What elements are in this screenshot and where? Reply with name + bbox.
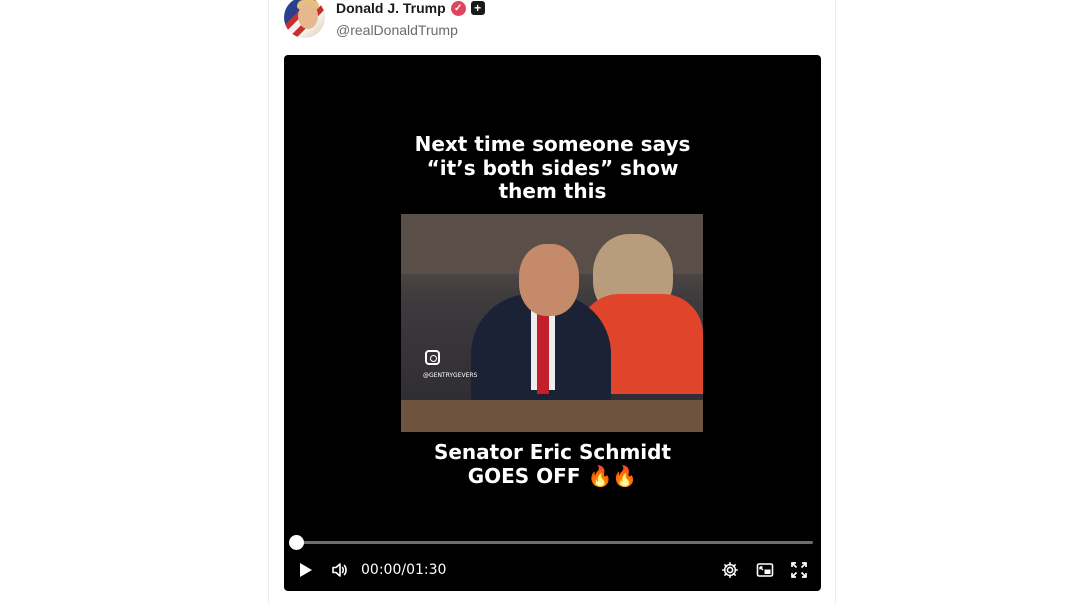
frame-senator-tie — [537, 314, 549, 394]
caption-line: GOES OFF 🔥🔥 — [467, 464, 638, 488]
progress-track[interactable] — [297, 541, 813, 544]
volume-icon[interactable] — [331, 561, 349, 579]
video-player[interactable]: Next time someone says “it’s both sides”… — [284, 55, 821, 591]
video-caption-bottom: Senator Eric Schmidt GOES OFF 🔥🔥 — [284, 440, 821, 488]
time-display: 00:00/01:30 — [361, 562, 447, 578]
watermark-text: @GENTRYGEVERS — [423, 372, 478, 379]
caption-line: Senator Eric Schmidt — [433, 440, 672, 464]
play-icon[interactable] — [300, 563, 312, 577]
caption-line: “it’s both sides” show — [426, 155, 679, 180]
frame-senator-head — [519, 244, 579, 316]
author-name[interactable]: Donald J. Trump — [336, 0, 446, 16]
author-handle[interactable]: @realDonaldTrump — [336, 22, 458, 38]
caption-line: them this — [498, 179, 607, 203]
video-controls: 00:00/01:30 — [284, 558, 821, 582]
current-time: 00:00 — [361, 562, 402, 578]
verified-badge-icon: ✓ — [450, 0, 466, 16]
avatar-face — [298, 3, 318, 29]
name-row: Donald J. Trump ✓ + — [336, 0, 485, 16]
fullscreen-icon[interactable] — [790, 561, 808, 579]
avatar[interactable] — [284, 0, 325, 38]
video-caption-top: Next time someone says “it’s both sides”… — [284, 132, 821, 204]
duration: 01:30 — [406, 562, 447, 578]
instagram-icon — [425, 350, 440, 365]
picture-in-picture-icon[interactable] — [756, 561, 774, 579]
frame-desk — [401, 400, 703, 432]
caption-line: Next time someone says — [414, 132, 691, 156]
settings-icon[interactable] — [721, 561, 739, 579]
plus-badge-icon: + — [470, 1, 485, 15]
post-header: Donald J. Trump ✓ + @realDonaldTrump — [284, 0, 824, 44]
progress-scrubber[interactable] — [289, 535, 304, 550]
video-frame: @GENTRYGEVERS — [401, 214, 703, 432]
